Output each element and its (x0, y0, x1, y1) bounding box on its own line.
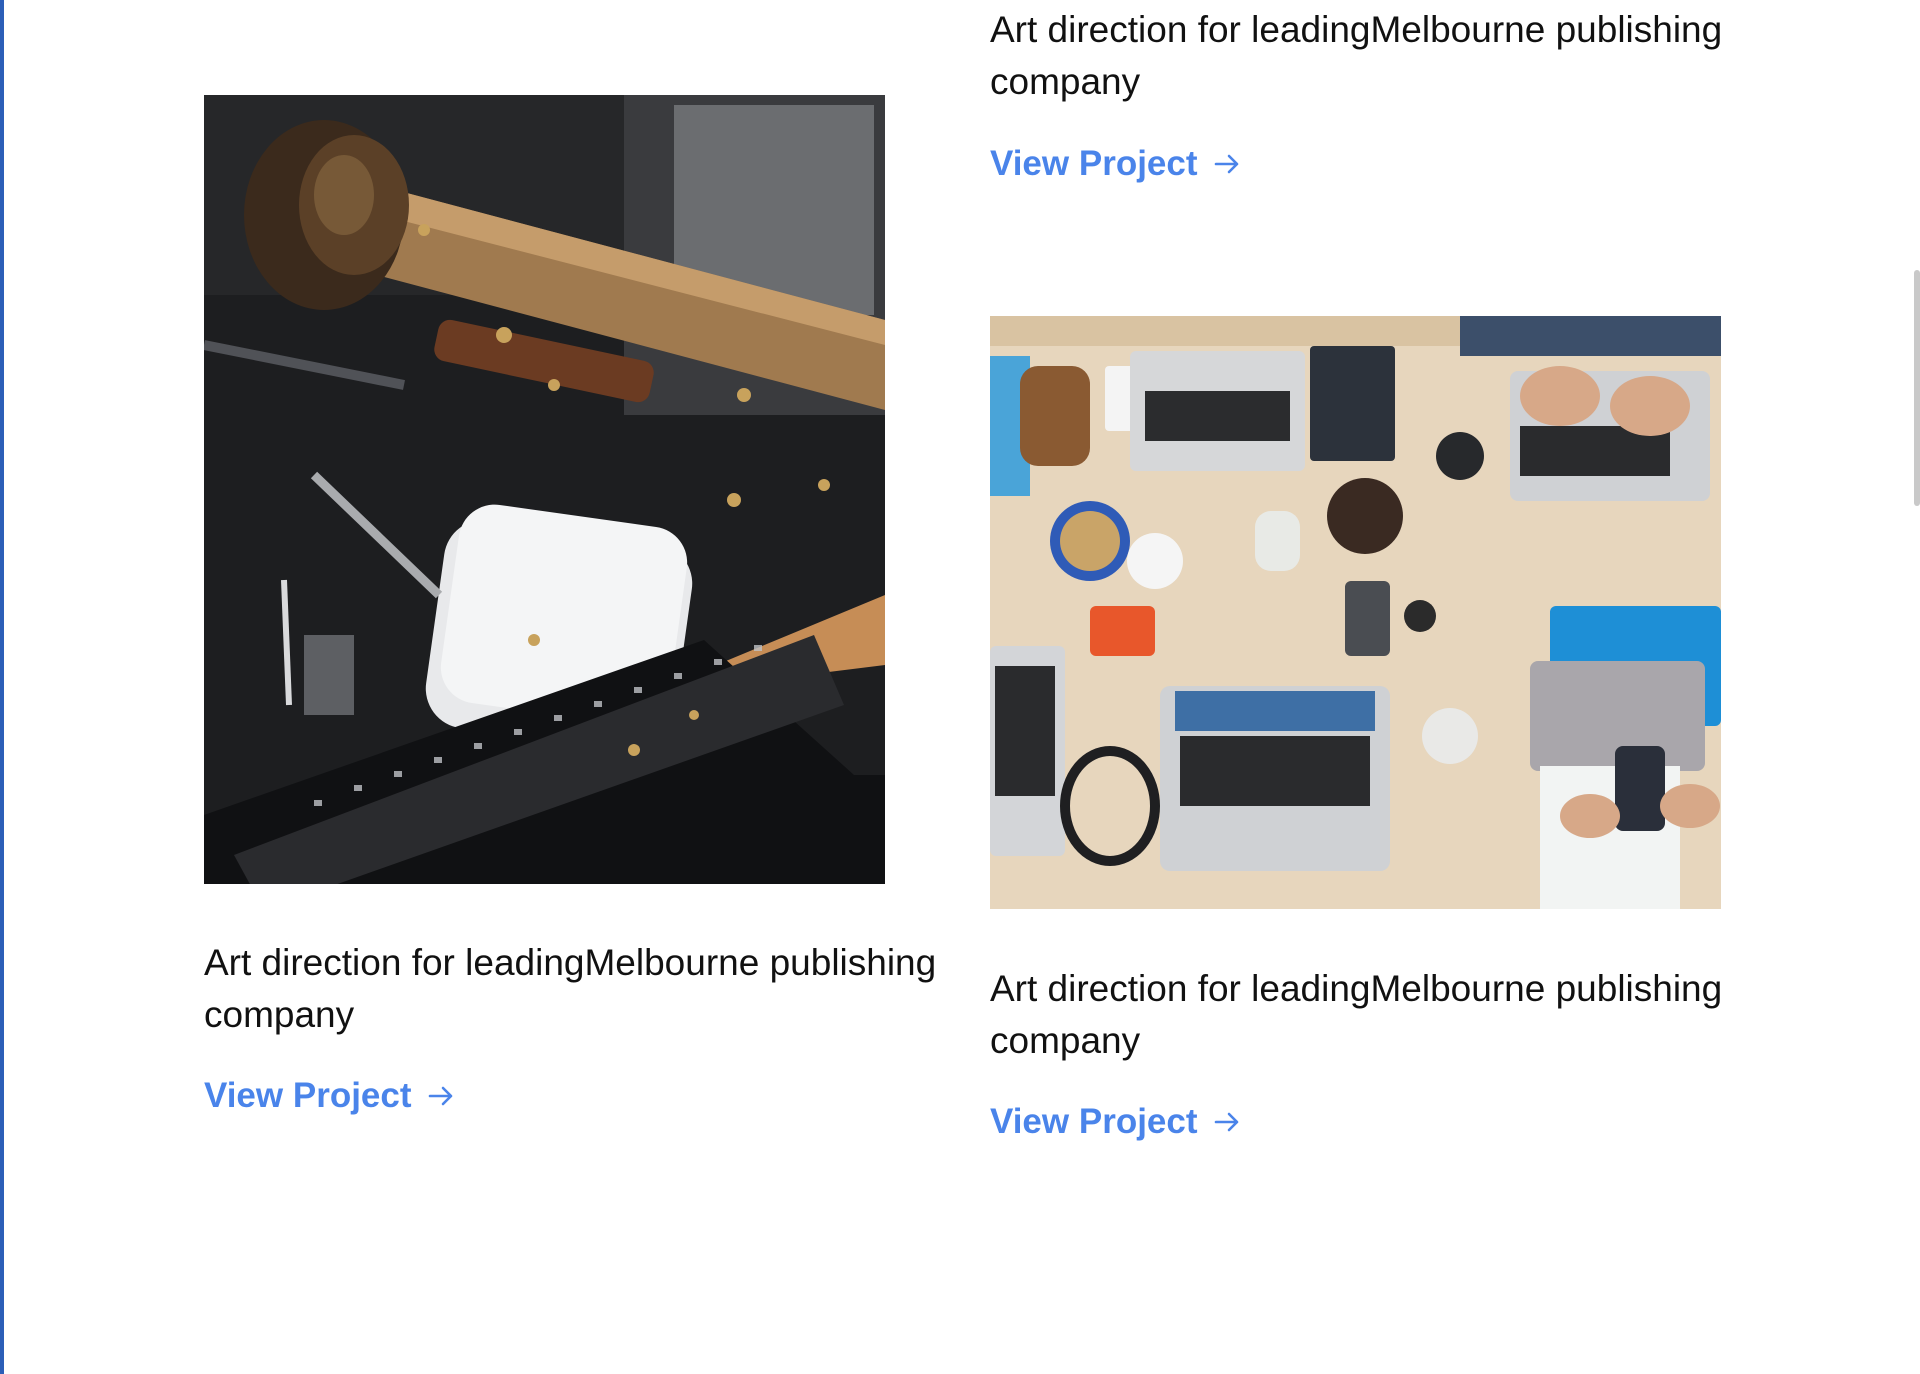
view-project-link[interactable]: View Project (990, 1102, 1240, 1142)
arrow-right-icon (428, 1086, 452, 1106)
arrow-right-icon (1214, 154, 1238, 174)
project-title: Art direction for leadingMelbourne publi… (204, 942, 937, 1035)
arrow-right-icon (1214, 1112, 1238, 1132)
project-title: Art direction for leadingMelbourne publi… (990, 968, 1723, 1061)
left-edge-rule (0, 0, 4, 1374)
view-project-label: View Project (990, 144, 1198, 183)
project-title: Art direction for leadingMelbourne publi… (990, 9, 1723, 102)
leather-craft-tools-photo (204, 95, 885, 884)
team-laptops-desk-photo (990, 316, 1721, 909)
scrollbar-thumb[interactable] (1914, 270, 1920, 506)
view-project-label: View Project (990, 1102, 1198, 1141)
project-image-laptops[interactable] (990, 316, 1721, 909)
view-project-link[interactable]: View Project (204, 1076, 454, 1116)
view-project-link[interactable]: View Project (990, 144, 1240, 184)
project-image-tools[interactable] (204, 95, 885, 884)
view-project-label: View Project (204, 1076, 412, 1115)
